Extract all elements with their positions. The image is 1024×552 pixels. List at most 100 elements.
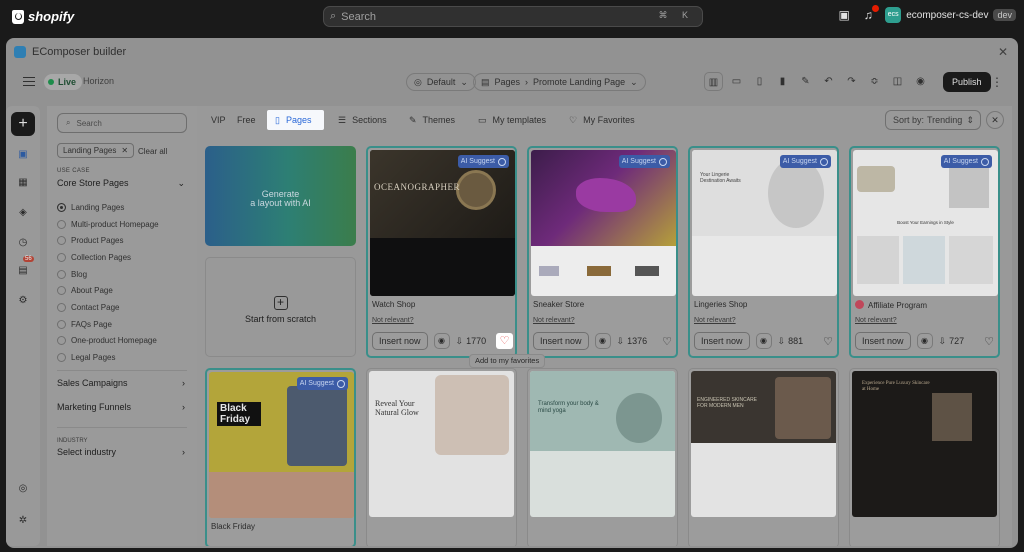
radio-option[interactable]: Legal Pages — [57, 349, 159, 366]
not-relevant-link[interactable]: Not relevant? — [533, 317, 575, 324]
preview-eye-icon[interactable]: ◉ — [916, 333, 933, 349]
radio-option[interactable]: Blog — [57, 266, 159, 283]
insert-now-button[interactable]: Insert now — [533, 332, 589, 350]
template-card[interactable]: Boost Your Earnings in Style AI Suggest … — [849, 146, 1000, 358]
tab-my-templates[interactable]: ▭ My templates — [470, 110, 554, 130]
select-industry-dropdown[interactable]: Select industry › — [57, 447, 185, 457]
favorite-heart-icon[interactable]: ♡ — [496, 333, 513, 349]
mobile-icon[interactable]: ▮ — [773, 72, 792, 91]
insert-now-button[interactable]: Insert now — [372, 332, 428, 350]
radio-option[interactable]: FAQs Page — [57, 316, 159, 333]
filter-chip[interactable]: Landing Pages ✕ — [57, 143, 135, 158]
grid-icon[interactable]: ▦ — [16, 176, 30, 190]
bell-icon[interactable]: ♫ — [861, 5, 880, 22]
tab-themes[interactable]: ✎ Themes — [401, 110, 463, 130]
radio-option[interactable]: One-product Homepage — [57, 333, 159, 350]
history-icon[interactable]: ◷ — [16, 236, 30, 250]
favorite-heart-icon[interactable]: ♡ — [821, 335, 835, 348]
undo-icon[interactable]: ↶ — [819, 72, 838, 91]
device-select[interactable]: ◎ Default ⌄ — [406, 73, 476, 91]
modal-close-icon[interactable]: ✕ — [998, 45, 1008, 59]
preview-eye-icon[interactable]: ◉ — [911, 72, 930, 91]
shopify-logo[interactable]: shopify — [12, 9, 74, 24]
template-thumbnail[interactable]: Experience Pure Luxury Skincare at Home — [852, 371, 997, 517]
templates-icon[interactable]: ▣ — [16, 148, 30, 162]
template-thumbnail[interactable]: Boost Your Earnings in Style — [853, 150, 998, 296]
gallery-close-icon[interactable]: ✕ — [986, 111, 1004, 129]
favorite-heart-icon[interactable]: ♡ — [660, 335, 674, 348]
template-card[interactable]: AI Suggest Sneaker Store Not relevant? I… — [527, 146, 678, 358]
radio-button[interactable] — [57, 319, 66, 329]
start-from-scratch-card[interactable]: + Start from scratch — [205, 257, 356, 357]
template-card[interactable]: Your Lingerie Destination Awaits AI Sugg… — [688, 146, 839, 358]
favorite-heart-icon[interactable]: ♡ — [982, 335, 996, 348]
layers-icon[interactable]: ◈ — [16, 206, 30, 220]
preview-eye-icon[interactable]: ◉ — [755, 333, 772, 349]
preview-eye-icon[interactable]: ◉ — [433, 333, 450, 349]
more-vertical-icon[interactable]: ⋮ — [991, 75, 1003, 89]
generate-ai-card[interactable]: Generate a layout with AI — [205, 146, 356, 246]
radio-option[interactable]: About Page — [57, 282, 159, 299]
radio-button[interactable] — [57, 236, 66, 246]
radio-option[interactable]: Landing Pages — [57, 199, 159, 216]
menu-icon[interactable] — [23, 77, 35, 86]
store-icon[interactable]: ▣ — [837, 8, 851, 22]
settings-icon[interactable]: ≎ — [865, 72, 884, 91]
radio-button[interactable] — [57, 336, 66, 346]
insert-now-button[interactable]: Insert now — [855, 332, 911, 350]
radio-button[interactable] — [57, 269, 66, 279]
preview-eye-icon[interactable]: ◉ — [594, 333, 611, 349]
template-thumbnail[interactable]: Your Lingerie Destination Awaits — [692, 150, 837, 296]
desktop-icon[interactable]: ▭ — [727, 72, 746, 91]
redo-icon[interactable]: ↷ — [842, 72, 861, 91]
radio-button[interactable] — [57, 252, 66, 262]
template-thumbnail[interactable]: OCEANOGRAPHER — [370, 150, 515, 296]
tab-free[interactable]: Free — [229, 110, 264, 130]
close-icon[interactable]: ✕ — [121, 146, 128, 155]
insert-now-button[interactable]: Insert now — [694, 332, 750, 350]
radio-button[interactable] — [57, 286, 66, 296]
sort-select[interactable]: Sort by: Trending ⇕ — [885, 110, 981, 130]
gear-icon[interactable]: ✲ — [16, 514, 30, 528]
radio-option[interactable]: Product Pages — [57, 232, 159, 249]
layout-icon[interactable]: ▥ — [704, 72, 723, 91]
radio-option[interactable]: Collection Pages — [57, 249, 159, 266]
template-card[interactable]: OCEANOGRAPHER AI Suggest Watch Shop Not … — [366, 146, 517, 358]
radio-button[interactable] — [57, 219, 66, 229]
admin-search-input[interactable]: ⌕ Search ⌘ K — [323, 6, 703, 27]
publish-button[interactable]: Publish — [943, 72, 991, 92]
radio-button[interactable] — [57, 202, 66, 212]
radio-option[interactable]: Multi-product Homepage — [57, 216, 159, 233]
template-card[interactable]: Experience Pure Luxury Skincare at Home — [849, 368, 1000, 546]
apps-icon[interactable]: ⚙ — [16, 294, 30, 308]
add-element-icon[interactable]: + — [11, 112, 35, 136]
template-thumbnail[interactable]: Reveal Your Natural Glow — [369, 371, 514, 517]
sales-campaigns-group[interactable]: Sales Campaigns › — [57, 378, 185, 388]
radio-button[interactable] — [57, 353, 66, 363]
marketing-funnels-group[interactable]: Marketing Funnels › — [57, 402, 185, 412]
radio-button[interactable] — [57, 302, 66, 312]
tab-sections[interactable]: ☰ Sections — [330, 110, 395, 130]
notes-icon[interactable]: ▤ — [16, 264, 30, 278]
clear-all-link[interactable]: Clear all — [138, 147, 167, 156]
account-menu[interactable]: ecs ecomposer-cs-dev dev — [885, 7, 1016, 23]
not-relevant-link[interactable]: Not relevant? — [694, 317, 736, 324]
not-relevant-link[interactable]: Not relevant? — [855, 317, 897, 324]
tab-pages[interactable]: ▯ Pages — [267, 110, 324, 130]
template-card[interactable]: Reveal Your Natural Glow — [366, 368, 517, 546]
panel-search-input[interactable]: ⌕ Search — [57, 113, 187, 133]
template-card[interactable]: ENGINEERED SKINCARE FOR MODERN MEN — [688, 368, 839, 546]
magic-icon[interactable]: ✎ — [796, 72, 815, 91]
not-relevant-link[interactable]: Not relevant? — [372, 317, 414, 324]
tablet-icon[interactable]: ▯ — [750, 72, 769, 91]
template-thumbnail[interactable]: Black Friday — [209, 372, 354, 518]
template-thumbnail[interactable] — [531, 150, 676, 296]
tab-my-favorites[interactable]: ♡ My Favorites — [561, 110, 643, 130]
template-card[interactable]: Transform your body & mind yoga — [527, 368, 678, 546]
database-icon[interactable]: ◎ — [16, 482, 30, 496]
ai-chat-icon[interactable]: ◫ — [888, 72, 907, 91]
radio-option[interactable]: Contact Page — [57, 299, 159, 316]
template-thumbnail[interactable]: Transform your body & mind yoga — [530, 371, 675, 517]
template-thumbnail[interactable]: ENGINEERED SKINCARE FOR MODERN MEN — [691, 371, 836, 517]
template-card[interactable]: Black Friday AI Suggest Black Friday — [205, 368, 356, 546]
